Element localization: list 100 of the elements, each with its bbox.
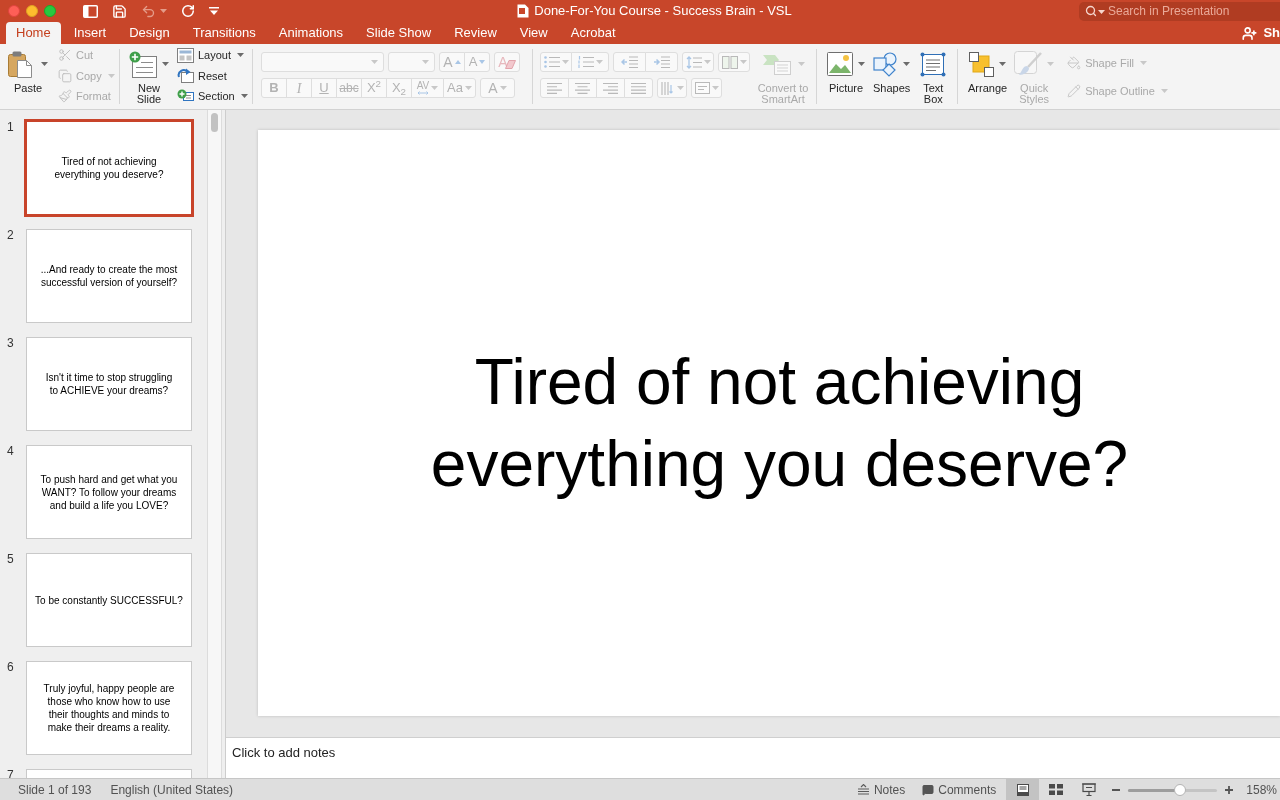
align-center-icon bbox=[575, 82, 590, 94]
notes-field[interactable]: Click to add notes bbox=[226, 737, 1280, 778]
sidebar-toggle-button[interactable] bbox=[83, 4, 98, 18]
zoom-slider-track[interactable] bbox=[1128, 783, 1218, 796]
brush-icon bbox=[1014, 51, 1043, 77]
ribbon-tab[interactable]: Insert bbox=[63, 22, 117, 44]
customize-toolbar-button[interactable] bbox=[209, 7, 219, 15]
arrange-button[interactable]: Arrange bbox=[968, 44, 1008, 109]
slide-number: 6 bbox=[6, 661, 15, 676]
document-icon bbox=[517, 4, 530, 18]
comments-button[interactable]: Comments bbox=[922, 780, 997, 799]
reset-icon bbox=[177, 68, 194, 84]
minus-icon bbox=[1112, 788, 1121, 791]
normal-view-button[interactable] bbox=[1006, 779, 1040, 800]
scrollbar-thumb[interactable] bbox=[211, 113, 218, 132]
window-title: Done-For-You Course - Success Brain - VSL bbox=[534, 2, 792, 21]
share-button[interactable]: Sh bbox=[1242, 22, 1280, 44]
notes-button[interactable]: Notes bbox=[857, 780, 906, 799]
undo-icon bbox=[141, 3, 156, 19]
caret-icon bbox=[1160, 89, 1168, 93]
new-slide-icon bbox=[129, 50, 157, 78]
copy-icon bbox=[58, 68, 72, 83]
ribbon-tab[interactable]: Animations bbox=[268, 22, 354, 44]
justify-icon bbox=[631, 82, 646, 94]
text-box-icon bbox=[920, 51, 947, 77]
ribbon-tab[interactable]: Home bbox=[6, 22, 61, 44]
double-arrow-icon bbox=[417, 91, 429, 95]
section-button[interactable]: Section bbox=[177, 86, 248, 107]
caret-icon bbox=[711, 86, 719, 90]
caret-icon bbox=[797, 62, 805, 66]
zoom-percentage: 158% bbox=[1246, 781, 1277, 799]
redo-icon bbox=[181, 4, 195, 18]
slide-number: 5 bbox=[6, 553, 15, 568]
slide-number: 3 bbox=[6, 337, 15, 352]
slide-thumbnail[interactable]: To be constantly SUCCESSFUL? bbox=[26, 553, 192, 647]
redo-button[interactable] bbox=[181, 4, 195, 18]
shapes-icon bbox=[873, 51, 899, 77]
language-text: English (United States) bbox=[110, 781, 234, 799]
slide-thumbnail[interactable]: Tired of not achieving everything you deserve? bbox=[26, 121, 192, 215]
save-button[interactable] bbox=[112, 3, 127, 19]
paintbrush-icon bbox=[58, 89, 72, 104]
section-icon bbox=[177, 88, 194, 104]
reset-button[interactable]: Reset bbox=[177, 65, 248, 86]
sidebar-icon bbox=[83, 4, 98, 18]
layout-icon bbox=[177, 47, 194, 63]
slide-number: 4 bbox=[6, 445, 15, 460]
bar-over-caret-icon bbox=[209, 7, 219, 15]
shapes-button[interactable]: Shapes bbox=[873, 44, 911, 109]
numbered-list-icon bbox=[577, 56, 594, 68]
caret-icon bbox=[1140, 61, 1148, 65]
arrange-icon bbox=[969, 51, 995, 77]
caret-icon bbox=[903, 62, 911, 66]
maximize-window-button[interactable] bbox=[44, 5, 56, 17]
minimize-window-button[interactable] bbox=[26, 5, 38, 17]
caret-icon bbox=[240, 94, 248, 99]
ribbon-tab[interactable]: Review bbox=[444, 22, 507, 44]
triangle-up-icon bbox=[454, 60, 461, 64]
zoom-in-button[interactable] bbox=[1225, 785, 1234, 794]
slide-number: 1 bbox=[6, 121, 15, 136]
ribbon-tab[interactable]: Design bbox=[119, 22, 180, 44]
person-add-icon bbox=[1242, 25, 1258, 41]
slide-title-text: Tired of not achieving everything you deserve? bbox=[430, 345, 1129, 502]
caret-icon bbox=[499, 86, 507, 90]
picture-icon bbox=[827, 52, 853, 76]
ribbon-tab[interactable]: Acrobat bbox=[560, 22, 626, 44]
caret-icon bbox=[464, 86, 472, 90]
search-icon bbox=[1085, 5, 1097, 17]
ribbon-tab[interactable]: Transitions bbox=[182, 22, 266, 44]
normal-view-icon bbox=[1016, 783, 1029, 796]
align-text-icon bbox=[694, 82, 710, 94]
line-spacing-icon bbox=[685, 55, 702, 69]
text-box-button[interactable]: Text Box bbox=[918, 44, 949, 109]
caret-icon bbox=[858, 62, 865, 66]
caret-icon bbox=[999, 62, 1007, 66]
columns-icon bbox=[721, 55, 738, 69]
scissors-icon bbox=[58, 48, 72, 63]
ribbon-tab[interactable]: Slide Show bbox=[356, 22, 442, 44]
slide-sorter-icon bbox=[1048, 784, 1063, 795]
new-slide-button[interactable]: New Slide bbox=[129, 44, 169, 109]
slide-thumbnail[interactable]: Truly joyful, happy people are those who know how to use their thoughts and minds to make their dreams a reality. bbox=[26, 661, 192, 755]
align-right-icon bbox=[603, 82, 618, 94]
caret-icon bbox=[703, 60, 711, 64]
smartart-icon bbox=[761, 53, 793, 75]
paste-button[interactable]: Paste bbox=[8, 44, 48, 109]
caret-icon bbox=[676, 86, 684, 90]
paste-clipboard-icon bbox=[8, 50, 32, 78]
close-window-button[interactable] bbox=[8, 5, 20, 17]
layout-button[interactable]: Layout bbox=[177, 45, 248, 66]
slide-thumbnail[interactable]: Isn't it time to stop struggling to ACHIEVE your dreams? bbox=[26, 337, 192, 431]
search-field[interactable]: Search in Presentation bbox=[1079, 1, 1280, 21]
slide-thumbnail[interactable]: To push hard and get what you WANT? To follow your dreams and build a life you LOVE? bbox=[26, 445, 192, 539]
ribbon-tab[interactable]: View bbox=[509, 22, 558, 44]
caret-icon bbox=[107, 73, 115, 78]
triangle-down-icon bbox=[479, 60, 486, 64]
align-left-icon bbox=[547, 82, 562, 94]
zoom-slider-thumb[interactable] bbox=[1173, 783, 1186, 796]
speech-bubble-icon bbox=[922, 783, 935, 796]
decrease-indent-icon bbox=[621, 56, 638, 68]
picture-button[interactable]: Picture bbox=[827, 44, 865, 109]
slide-thumbnail[interactable]: ...And ready to create the most successful version of yourself? bbox=[26, 229, 192, 323]
